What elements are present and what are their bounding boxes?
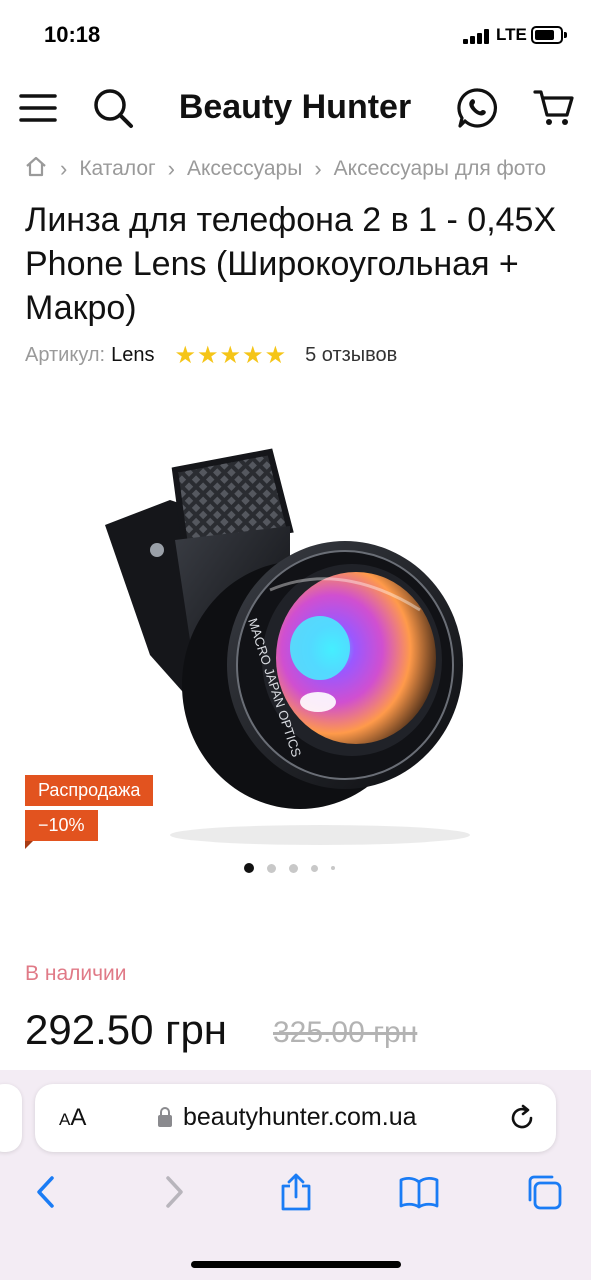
badge-tail (25, 841, 33, 849)
menu-icon[interactable] (16, 86, 60, 130)
gallery-dot[interactable] (331, 866, 335, 870)
review-count[interactable]: 5 отзывов (305, 344, 397, 367)
cart-icon[interactable] (532, 86, 576, 130)
gallery-dot[interactable] (289, 863, 298, 873)
previous-tab-preview[interactable] (0, 1084, 22, 1152)
breadcrumb-item-accessories[interactable]: Аксессуары (187, 157, 302, 181)
discount-badge: −10% (25, 810, 98, 841)
share-icon[interactable] (274, 1170, 318, 1214)
sku-value: Lens (111, 343, 155, 366)
reload-icon[interactable] (508, 1104, 536, 1132)
current-price: 292.50 грн (25, 1006, 228, 1053)
site-header: Beauty Hunter (0, 70, 591, 146)
chevron-right-icon: › (314, 156, 322, 181)
browser-toolbar: AA beautyhunter.com.ua (0, 1070, 591, 1280)
breadcrumb: › Каталог › Аксессуары › Аксессуары для … (24, 152, 591, 186)
bookmarks-icon[interactable] (397, 1170, 441, 1214)
rating-stars[interactable]: ★★★★★ (175, 341, 288, 370)
product-meta: Артикул: Lens ★★★★★ 5 отзывов (25, 340, 397, 370)
status-time: 10:18 (44, 22, 101, 47)
network-label: LTE (496, 25, 527, 44)
gallery-dot[interactable] (311, 864, 318, 872)
gallery-pagination (244, 862, 348, 874)
signal-icon (463, 28, 491, 44)
status-bar: 10:18 LTE (0, 0, 591, 70)
battery-icon (531, 26, 567, 44)
lock-icon (157, 1106, 173, 1128)
sale-badge: Распродажа (25, 775, 154, 806)
product-title: Линза для телефона 2 в 1 - 0,45X Phone L… (25, 201, 557, 327)
sku-label: Артикул: (25, 343, 106, 366)
forward-icon[interactable] (152, 1170, 196, 1214)
url-text[interactable]: beautyhunter.com.ua (183, 1103, 417, 1132)
address-bar[interactable]: AA beautyhunter.com.ua (35, 1084, 556, 1152)
gallery-dot[interactable] (267, 863, 276, 873)
site-title[interactable]: Beauty Hunter (150, 88, 440, 127)
old-price: 325.00 грн (273, 1016, 418, 1049)
text-size-button[interactable]: AA (59, 1104, 86, 1132)
home-icon[interactable] (24, 155, 48, 183)
back-icon[interactable] (24, 1170, 68, 1214)
breadcrumb-item-photo-accessories[interactable]: Аксессуары для фото (334, 157, 546, 181)
gallery-dot-active[interactable] (244, 863, 254, 873)
chat-icon[interactable] (456, 86, 500, 130)
home-indicator (191, 1261, 401, 1268)
search-icon[interactable] (91, 86, 135, 130)
chevron-right-icon: › (60, 156, 68, 181)
availability-status: В наличии (25, 962, 127, 985)
breadcrumb-item-catalog[interactable]: Каталог (79, 157, 155, 181)
chevron-right-icon: › (167, 156, 175, 181)
tabs-icon[interactable] (522, 1170, 566, 1214)
